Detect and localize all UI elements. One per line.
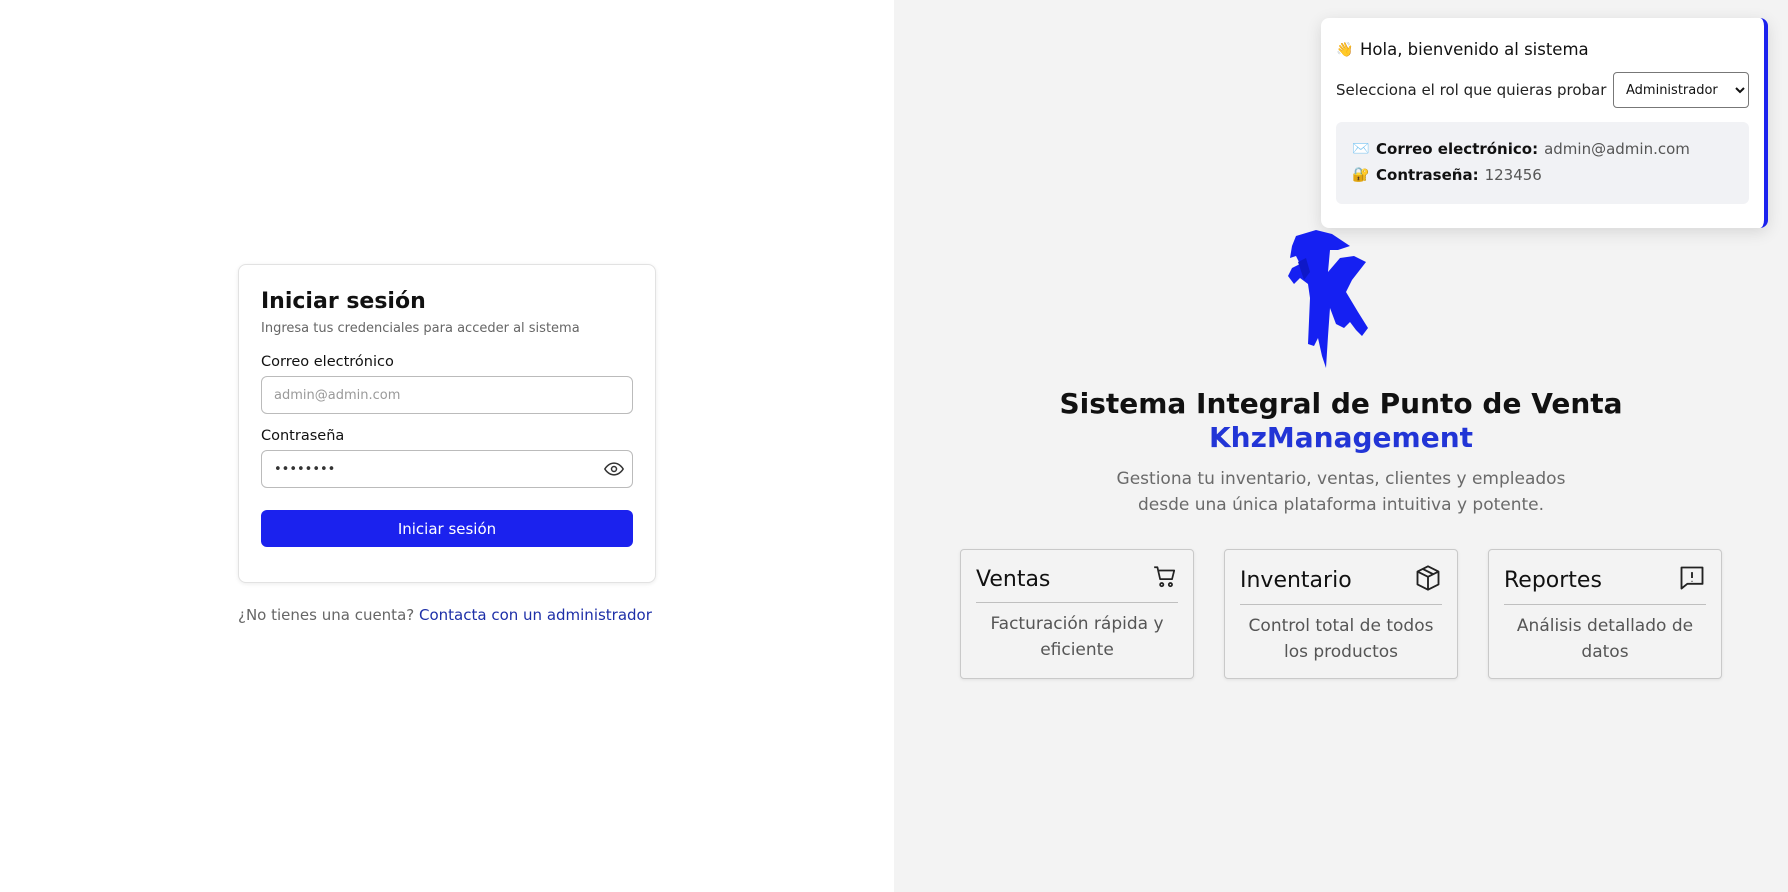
lock-icon: 🔐 (1352, 167, 1370, 183)
email-label: Correo electrónico (261, 354, 394, 370)
credential-email: ✉️ Correo electrónico: admin@admin.com (1352, 136, 1733, 162)
email-field[interactable] (261, 376, 633, 414)
feature-card-reportes: Reportes Análisis detallado de datos (1488, 549, 1722, 679)
role-select[interactable]: Administrador (1613, 72, 1749, 108)
signup-line: ¿No tienes una cuenta? Contacta con un a… (238, 606, 652, 624)
feature-card-inventario: Inventario Control total de todos los pr… (1224, 549, 1458, 679)
eye-icon[interactable] (603, 459, 625, 479)
credential-email-key: Correo electrónico: (1376, 140, 1539, 158)
report-icon (1678, 564, 1706, 596)
feature-description: Control total de todos los productos (1248, 616, 1434, 662)
password-field[interactable] (261, 450, 633, 488)
khz-logo-icon (1270, 228, 1390, 368)
role-label: Selecciona el rol que quieras probar (1336, 81, 1607, 99)
feature-title: Reportes (1504, 567, 1602, 593)
credential-password-value: 123456 (1484, 166, 1542, 184)
login-card: Iniciar sesión Ingresa tus credenciales … (238, 264, 656, 583)
wave-icon: 👋 (1336, 41, 1354, 58)
contact-admin-link[interactable]: Contacta con un administrador (419, 606, 652, 624)
role-row: Selecciona el rol que quieras probar Adm… (1336, 72, 1749, 108)
credentials-box: ✉️ Correo electrónico: admin@admin.com 🔐… (1336, 122, 1749, 204)
feature-description: Facturación rápida y eficiente (990, 614, 1164, 660)
hero-brand: KhzManagement (1208, 421, 1474, 454)
feature-title: Ventas (976, 566, 1051, 592)
feature-head: Reportes (1504, 564, 1706, 605)
signup-question: ¿No tienes una cuenta? (238, 606, 415, 624)
role-panel: 👋 Hola, bienvenido al sistema Selecciona… (1321, 18, 1768, 228)
feature-head: Inventario (1240, 564, 1442, 605)
role-greeting: 👋 Hola, bienvenido al sistema (1336, 40, 1749, 59)
login-title: Iniciar sesión (261, 289, 426, 314)
hero-description: Gestiona tu inventario, ventas, clientes… (1116, 469, 1566, 515)
credential-password-key: Contraseña: (1376, 166, 1479, 184)
login-subtitle: Ingresa tus credenciales para acceder al… (261, 321, 580, 336)
box-icon (1414, 564, 1442, 596)
cart-icon (1152, 564, 1178, 594)
email-field-wrap (261, 376, 633, 414)
feature-card-ventas: Ventas Facturación rápida y eficiente (960, 549, 1194, 679)
greeting-text: Hola, bienvenido al sistema (1360, 40, 1589, 59)
feature-title: Inventario (1240, 567, 1352, 593)
envelope-icon: ✉️ (1352, 141, 1370, 157)
login-submit-button[interactable]: Iniciar sesión (261, 510, 633, 547)
feature-head: Ventas (976, 564, 1178, 603)
credential-password: 🔐 Contraseña: 123456 (1352, 162, 1733, 188)
hero-title: Sistema Integral de Punto de Venta (1059, 387, 1623, 420)
feature-description: Análisis detallado de datos (1516, 616, 1694, 662)
credential-email-value: admin@admin.com (1544, 140, 1690, 158)
password-field-wrap (261, 450, 633, 488)
password-label: Contraseña (261, 428, 345, 444)
